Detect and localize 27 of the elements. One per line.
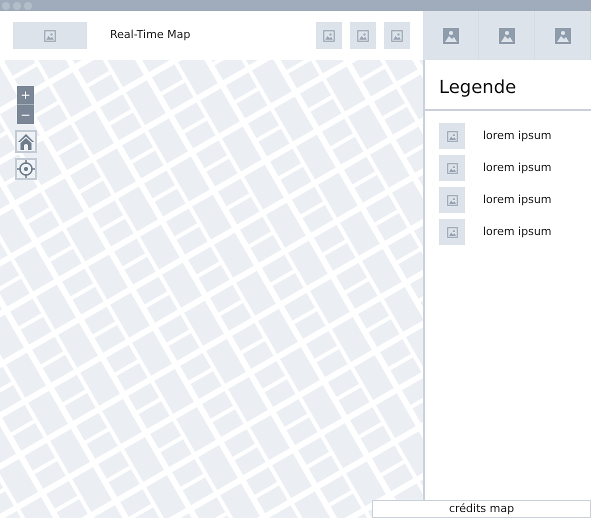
legend-label: lorem ipsum xyxy=(483,128,552,144)
legend-label: lorem ipsum xyxy=(483,192,552,208)
toolbar-button[interactable] xyxy=(384,22,410,49)
toolbar-button[interactable] xyxy=(350,22,376,49)
image-icon xyxy=(357,30,369,42)
home-button[interactable] xyxy=(15,130,37,153)
legend-label: lorem ipsum xyxy=(483,224,552,240)
image-icon xyxy=(442,28,458,44)
toolbar-button[interactable] xyxy=(316,22,342,49)
zoom-in-button[interactable]: + xyxy=(17,86,34,105)
crosshair-icon xyxy=(17,160,35,178)
image-icon xyxy=(323,30,335,42)
image-icon xyxy=(446,226,458,238)
zoom-out-button[interactable]: − xyxy=(17,105,34,124)
image-icon xyxy=(446,130,458,142)
house-icon xyxy=(17,132,35,150)
image-icon xyxy=(391,30,403,42)
image-icon xyxy=(44,30,56,42)
credits-text: crédits map xyxy=(448,500,514,517)
locate-button[interactable] xyxy=(15,158,37,180)
app-title: Real-Time Map xyxy=(110,27,190,44)
image-icon xyxy=(498,28,514,44)
image-icon xyxy=(446,194,458,206)
image-icon xyxy=(554,28,570,44)
legend-title: Legende xyxy=(439,77,516,98)
legend-label: lorem ipsum xyxy=(483,160,552,176)
image-icon xyxy=(446,162,458,174)
